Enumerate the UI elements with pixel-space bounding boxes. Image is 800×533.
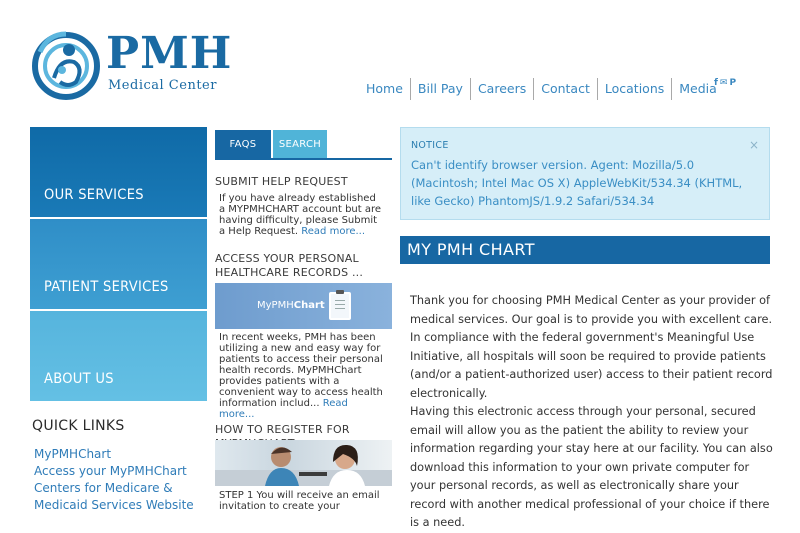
notice-message: Can't identify browser version. Agent: M… xyxy=(411,158,743,208)
clipboard-icon xyxy=(329,290,351,320)
nav-bill-pay[interactable]: Bill Pay xyxy=(409,78,470,100)
notice-alert: NOTICE × Can't identify browser version.… xyxy=(400,127,770,220)
access-paragraph: Having this electronic access through yo… xyxy=(410,405,773,529)
section-title: SUBMIT HELP REQUEST xyxy=(215,175,348,188)
quick-link[interactable]: Medicaid Services Website xyxy=(34,497,209,514)
tab-search[interactable]: SEARCH xyxy=(273,130,327,158)
tab-faqs[interactable]: FAQS xyxy=(215,130,271,158)
mypmhchart-banner[interactable]: MyPMHChart xyxy=(215,283,392,329)
section-body: STEP 1 You will receive an email invitat… xyxy=(219,490,380,512)
nav-careers[interactable]: Careers xyxy=(469,78,533,100)
section-title: ACCESS YOUR PERSONAL HEALTHCARE RECORDS … xyxy=(215,252,364,279)
tile-patient-services[interactable]: PATIENT SERVICES xyxy=(30,219,207,309)
logo-mark-icon xyxy=(32,31,100,100)
nav-home[interactable]: Home xyxy=(362,78,410,100)
tab-divider xyxy=(215,158,392,160)
read-more-link[interactable]: Read more... xyxy=(301,226,365,237)
tile-our-services[interactable]: OUR SERVICES xyxy=(30,127,207,217)
logo-subtitle: Medical Center xyxy=(108,78,217,93)
tile-label: OUR SERVICES xyxy=(44,187,144,203)
banner-text: MyPMHChart xyxy=(257,300,325,311)
tile-label: PATIENT SERVICES xyxy=(44,279,169,295)
section-body: If you have already established a MYPMHC… xyxy=(219,193,382,237)
tile-label: ABOUT US xyxy=(44,371,114,387)
section-body: In recent weeks, PMH has been utilizing … xyxy=(219,332,383,420)
tile-about-us[interactable]: ABOUT US xyxy=(30,311,207,401)
register-photo xyxy=(215,440,392,486)
email-icon[interactable]: ✉ xyxy=(720,78,728,88)
nav-contact[interactable]: Contact xyxy=(533,78,597,100)
social-links: f ✉ P xyxy=(714,78,736,88)
nav-locations[interactable]: Locations xyxy=(596,78,671,100)
mid-tabs: FAQS SEARCH xyxy=(215,130,327,158)
pmh-logo[interactable]: PMH Medical Center xyxy=(30,28,233,100)
quick-links-title: QUICK LINKS xyxy=(32,418,125,434)
quick-link[interactable]: Access your MyPMHChart xyxy=(34,463,209,480)
pinterest-icon[interactable]: P xyxy=(729,78,736,88)
page-title: MY PMH CHART xyxy=(407,240,535,259)
top-navigation: Home Bill Pay Careers Contact Locations … xyxy=(362,78,724,100)
notice-title: NOTICE xyxy=(411,140,449,151)
close-icon[interactable]: × xyxy=(749,138,759,152)
logo-wordmark: PMH xyxy=(106,28,233,79)
quick-links-list: MyPMHChart Access your MyPMHChart Center… xyxy=(34,446,209,514)
facebook-icon[interactable]: f xyxy=(714,78,718,88)
intro-paragraph: Thank you for choosing PMH Medical Cente… xyxy=(410,294,773,400)
page-title-bar: MY PMH CHART xyxy=(400,236,770,264)
quick-link[interactable]: MyPMHChart xyxy=(34,446,209,463)
people-at-laptop-image xyxy=(215,444,392,486)
quick-link[interactable]: Centers for Medicare & xyxy=(34,480,209,497)
